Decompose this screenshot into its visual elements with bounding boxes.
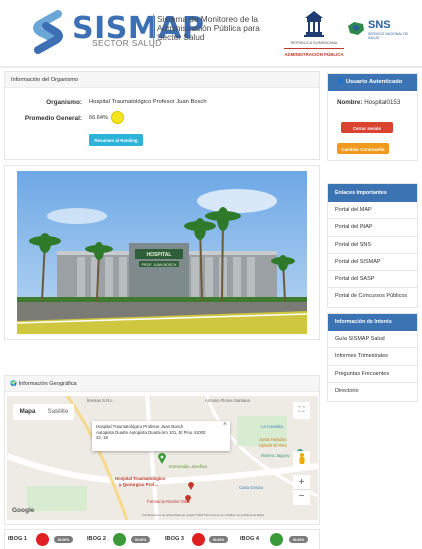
header-divider (0, 66, 422, 68)
info-informes[interactable]: Informes Trimestrales (328, 348, 417, 366)
change-password-button[interactable]: Cambiar Contraseña (337, 143, 389, 154)
sns-logo: SNS SERVICIO NACIONAL DE SALUD (346, 18, 410, 44)
info-panel: Información de Interés Guía SISMAP Salud… (327, 313, 418, 402)
coat-of-arms-icon (304, 11, 324, 37)
map-label-farmacia: Farmacia Rachel O&B (147, 499, 190, 504)
map-tab-map[interactable]: Mapa (13, 404, 42, 420)
google-map[interactable]: Mapa Satélite lmenas S.R.L. Antonio Flor… (7, 396, 318, 520)
ibog-4-pill: 00.00% (289, 536, 308, 543)
link-portal-sismap[interactable]: Portal del SISMAP (328, 254, 417, 272)
government-logo: REPÚBLICA DOMINICANA ADMINISTRACIÓN PÚBL… (278, 8, 350, 60)
globe-icon: 🌍 (10, 381, 17, 387)
brand-divider (153, 14, 154, 48)
building-sign-2: PROF. JUAN BOSCH (142, 263, 177, 267)
popup-close-icon[interactable]: × (223, 421, 227, 428)
ibog-1-label: IBOG 1 (8, 536, 27, 542)
map-footer[interactable]: Combinaciones de teclas Datos de mapas ©… (142, 513, 264, 517)
ranking-button[interactable]: Resumen al Ranking (89, 134, 143, 146)
page-header: SISMAP SECTOR SALUD Sistema de Monitoreo… (0, 0, 422, 66)
link-portal-sasp[interactable]: Portal del SASP (328, 271, 417, 289)
hospital-pin-icon (188, 482, 194, 490)
user-name-value: Hospital0153 (364, 99, 401, 106)
map-label-esmeralda: Esmeralda Josefina (169, 464, 207, 469)
ibog-2-dot (113, 533, 126, 546)
map-label-hospital: Hospital Traumatológico (115, 476, 166, 481)
ibog-2-label: IBOG 2 (87, 536, 106, 542)
map-label-google: Google (12, 507, 35, 514)
zoom-in-button[interactable]: + (293, 475, 310, 490)
ibog-1-pill: 00.00% (54, 536, 73, 543)
map-label-hospital-2: y Quirúrgico Prof... (119, 482, 158, 487)
links-title: Enlaces Importantes (328, 184, 417, 202)
ibog-2-pill: 00.00% (131, 536, 150, 543)
geo-title-bar: 🌍 Información Geográfica (5, 376, 319, 392)
ibog-3-pill: 00.00% (209, 536, 228, 543)
gov-country: REPÚBLICA DOMINICANA (290, 41, 338, 45)
zoom-out-button[interactable]: − (293, 490, 310, 505)
map-label-riviera: Riviera Jaguey (261, 453, 290, 458)
map-tab-satellite[interactable]: Satélite (42, 404, 74, 420)
map-label-junta: Junta Helados (259, 437, 287, 442)
user-panel: 👤 Usuario Autenticado Nombre: Hospital01… (327, 73, 418, 161)
info-guia[interactable]: Guía SISMAP Salud (328, 331, 417, 349)
sismap-logo-icon (33, 10, 63, 54)
user-panel-title: 👤 Usuario Autenticado (328, 74, 417, 91)
map-label-top-mid: Antonio Flores Santana (205, 398, 250, 403)
org-panel: Información del Organismo Organismo: Hos… (4, 71, 320, 160)
geo-title: Información Geográfica (18, 381, 77, 387)
links-panel: Enlaces Importantes Portal del MAP Porta… (327, 183, 418, 308)
map-label-casa: Casa Genao (239, 485, 264, 490)
pegman-icon[interactable] (293, 451, 310, 468)
map-label-top-left: lmenas S.R.L. (87, 398, 114, 403)
user-icon: 👤 (337, 79, 346, 85)
sns-subtitle: SERVICIO NACIONAL DE SALUD (368, 32, 408, 40)
ibog-1-dot (36, 533, 49, 546)
gov-admin-label: ADMINISTRACIÓN PÚBLICA (284, 52, 344, 57)
ibog-3-dot (192, 533, 205, 546)
user-title-text: Usuario Autenticado (345, 79, 403, 85)
link-portal-sns[interactable]: Portal del SNS (328, 237, 417, 254)
logout-button[interactable]: Cerrar sesión (341, 122, 393, 133)
ibog-3-label: IBOG 3 (165, 536, 184, 542)
info-preguntas[interactable]: Preguntas Frecuentes (328, 366, 417, 383)
avg-status-dot (111, 111, 124, 124)
hospital-photo-image: HOSPITAL PROF. JUAN BOSCH (17, 171, 307, 334)
sns-map-icon (348, 22, 364, 35)
ibog-4-label: IBOG 4 (240, 536, 259, 542)
link-portal-concursos[interactable]: Portal de Concursos Públicos (328, 288, 417, 305)
map-info-window: Hospital Traumatológico Profesor Juan Bo… (92, 421, 230, 451)
link-portal-map[interactable]: Portal del MAP (328, 202, 417, 220)
link-portal-inap[interactable]: Portal del INAP (328, 219, 417, 237)
fullscreen-button[interactable]: ⛶ (293, 402, 310, 419)
map-label-la-camelia: La Camelia (261, 424, 283, 429)
info-directorio[interactable]: Directorio (328, 383, 417, 400)
gov-divider (284, 48, 344, 49)
popup-title: Hospital Traumatológico Profesor Juan Bo… (96, 424, 184, 429)
user-name-row: Nombre: Hospital0153 (337, 99, 400, 106)
map-marker-icon[interactable] (158, 453, 166, 464)
hospital-photo: HOSPITAL PROF. JUAN BOSCH (17, 171, 307, 334)
org-panel-title: Información del Organismo (5, 72, 319, 88)
brand-sub: SECTOR SALUD (92, 38, 162, 48)
sns-title: SNS (368, 19, 391, 31)
brand-description: Sistema de Monitoreo de la Administració… (157, 14, 260, 42)
building-sign: HOSPITAL (147, 252, 172, 258)
avg-value: 66.64% (89, 115, 108, 121)
avg-label: Promedio General: (24, 115, 82, 122)
org-value: Hospital Traumatológico Profesor Juan Bo… (89, 99, 207, 105)
farmacia-pin-icon (185, 495, 191, 503)
map-label-splash: Splash El Pino (259, 443, 287, 448)
ibog-4-dot (270, 533, 283, 546)
popup-address: Autopista Duarte Autopista Duarte km 101… (96, 430, 206, 440)
user-name-label: Nombre: (337, 99, 363, 106)
info-title: Información de Interés (328, 314, 417, 331)
org-label: Organismo: (46, 99, 82, 106)
